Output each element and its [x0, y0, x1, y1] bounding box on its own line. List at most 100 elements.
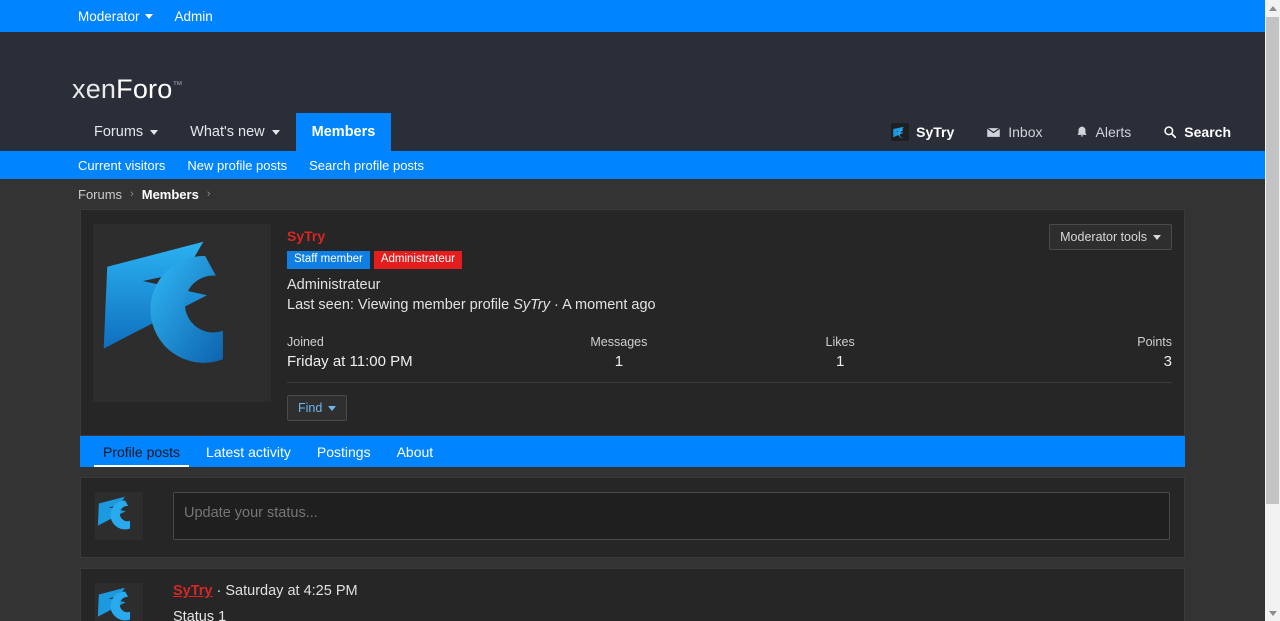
- profile-post-body: SyTry · Saturday at 4:25 PM Status 1 Rep…: [173, 583, 1170, 621]
- tab-profile-posts[interactable]: Profile posts: [90, 436, 193, 468]
- nav-item-user[interactable]: SyTry: [875, 113, 970, 151]
- logo-text-part2: Foro: [116, 74, 173, 104]
- stat-joined-value: Friday at 11:00 PM: [287, 353, 413, 371]
- moderator-tools-button[interactable]: Moderator tools: [1049, 224, 1172, 250]
- status-badge-staff: Staff member: [287, 251, 370, 270]
- profile-tabs: Profile posts Latest activity Postings A…: [80, 436, 1185, 468]
- profile-details: SyTry Staff member Administrateur Admini…: [271, 224, 1172, 435]
- sub-navigation: Current visitors New profile posts Searc…: [0, 151, 1265, 179]
- stat-points-label: Points: [1137, 335, 1172, 350]
- status-update-body: [173, 492, 1170, 543]
- nav-search-label: Search: [1184, 124, 1231, 140]
- stat-likes-label: Likes: [825, 335, 855, 350]
- find-button-label: Find: [298, 401, 323, 416]
- stat-messages-value: 1: [614, 353, 624, 371]
- main-navigation: Forums What's new Members SyTry Inbox Al…: [0, 113, 1265, 151]
- breadcrumb-item-forums[interactable]: Forums: [78, 187, 122, 202]
- chevron-down-icon: [328, 405, 337, 411]
- tab-postings[interactable]: Postings: [304, 436, 384, 467]
- admin-bar-item-moderator[interactable]: Moderator: [78, 9, 153, 24]
- chevron-down-icon: [1153, 234, 1161, 240]
- nav-right-group: SyTry Inbox Alerts Search: [875, 113, 1247, 151]
- moderator-tools-label: Moderator tools: [1060, 230, 1147, 244]
- nav-item-search[interactable]: Search: [1147, 113, 1247, 151]
- chevron-down-icon: [144, 13, 153, 19]
- post-author-link[interactable]: SyTry: [173, 583, 213, 599]
- sc-logo-icon: [103, 241, 223, 363]
- scrollbar-thumb[interactable]: [1266, 17, 1279, 504]
- vertical-scrollbar[interactable]: [1265, 0, 1280, 621]
- site-logo[interactable]: xenForo™: [72, 74, 183, 105]
- site-header: xenForo™: [0, 32, 1265, 113]
- post-meta-separator: ·: [212, 583, 226, 600]
- scroll-down-arrow-icon[interactable]: [1265, 605, 1280, 621]
- sc-logo-icon: [893, 126, 904, 139]
- chevron-down-icon: [150, 129, 159, 135]
- nav-item-forums[interactable]: Forums: [78, 113, 174, 151]
- profile-stats: Joined Friday at 11:00 PM Messages 1 Lik…: [287, 335, 1172, 384]
- avatar[interactable]: [95, 492, 143, 541]
- envelope-icon: [987, 127, 1001, 137]
- admin-bar: Moderator Admin: [0, 0, 1265, 32]
- profile-last-seen: Last seen: Viewing member profile SyTry …: [287, 297, 1172, 313]
- tab-latest-activity[interactable]: Latest activity: [193, 436, 304, 467]
- stat-joined-label: Joined: [287, 335, 324, 350]
- browser-viewport: Moderator Admin xenForo™ Forums What's n…: [0, 0, 1265, 621]
- nav-item-members[interactable]: Members: [295, 113, 392, 151]
- status-input[interactable]: [173, 492, 1170, 541]
- profile-post: SyTry · Saturday at 4:25 PM Status 1 Rep…: [80, 568, 1185, 621]
- logo-text-part1: xen: [72, 74, 117, 104]
- sc-logo-icon: [97, 588, 131, 621]
- profile-banners: Staff member Administrateur: [287, 251, 1172, 270]
- last-seen-target: SyTry: [513, 297, 550, 314]
- subnav-item-search-profile-posts[interactable]: Search profile posts: [309, 158, 424, 173]
- nav-item-whats-new[interactable]: What's new: [174, 113, 296, 151]
- stat-points-value: 3: [1163, 353, 1172, 371]
- admin-bar-moderator-label: Moderator: [78, 8, 140, 24]
- nav-item-alerts[interactable]: Alerts: [1059, 113, 1148, 151]
- admin-bar-admin-label: Admin: [174, 8, 213, 24]
- nav-alerts-label: Alerts: [1095, 124, 1132, 140]
- last-seen-suffix: · A moment ago: [550, 297, 656, 314]
- scroll-up-arrow-icon[interactable]: [1265, 0, 1280, 16]
- stat-likes: Likes 1: [730, 335, 951, 370]
- nav-user-label: SyTry: [916, 124, 955, 140]
- breadcrumb: Forums › Members ›: [0, 179, 1265, 209]
- nav-members-label: Members: [311, 124, 376, 140]
- profile-header-block: SyTry Staff member Administrateur Admini…: [80, 209, 1185, 437]
- stat-messages: Messages 1: [508, 335, 729, 370]
- status-update-panel: [80, 477, 1185, 559]
- logo-trademark: ™: [172, 80, 183, 91]
- nav-forums-label: Forums: [94, 124, 144, 140]
- nav-inbox-label: Inbox: [1008, 124, 1043, 140]
- sc-logo-icon: [97, 497, 131, 530]
- avatar[interactable]: [95, 583, 143, 621]
- stat-likes-value: 1: [835, 353, 845, 371]
- profile-role: Administrateur: [287, 277, 381, 294]
- post-meta: SyTry · Saturday at 4:25 PM: [173, 583, 1170, 599]
- bell-icon: [1076, 126, 1087, 137]
- stat-joined: Joined Friday at 11:00 PM: [287, 335, 508, 370]
- nav-item-inbox[interactable]: Inbox: [970, 113, 1058, 151]
- admin-bar-item-admin[interactable]: Admin: [175, 9, 213, 24]
- breadcrumb-separator-icon: ›: [206, 188, 211, 200]
- breadcrumb-item-members[interactable]: Members: [142, 187, 199, 202]
- post-text: Status 1: [173, 609, 227, 621]
- stat-points: Points 3: [951, 335, 1172, 370]
- last-seen-prefix: Last seen: Viewing member profile: [287, 297, 514, 314]
- avatar-icon: [891, 123, 910, 141]
- post-timestamp[interactable]: Saturday at 4:25 PM: [225, 583, 357, 599]
- nav-whats-new-label: What's new: [190, 124, 265, 140]
- profile-username: SyTry: [287, 228, 326, 244]
- chevron-down-icon: [271, 129, 280, 135]
- main-content: SyTry Staff member Administrateur Admini…: [80, 209, 1185, 621]
- profile-find-row: Find: [287, 383, 1172, 435]
- breadcrumb-separator-icon: ›: [130, 188, 134, 200]
- subnav-item-new-profile-posts[interactable]: New profile posts: [187, 158, 287, 173]
- subnav-item-current-visitors[interactable]: Current visitors: [78, 158, 165, 173]
- status-badge-administrator: Administrateur: [373, 251, 462, 270]
- find-button[interactable]: Find: [287, 395, 348, 422]
- tab-about[interactable]: About: [384, 436, 447, 467]
- magnifier-icon: [1164, 126, 1177, 139]
- avatar[interactable]: [93, 224, 271, 402]
